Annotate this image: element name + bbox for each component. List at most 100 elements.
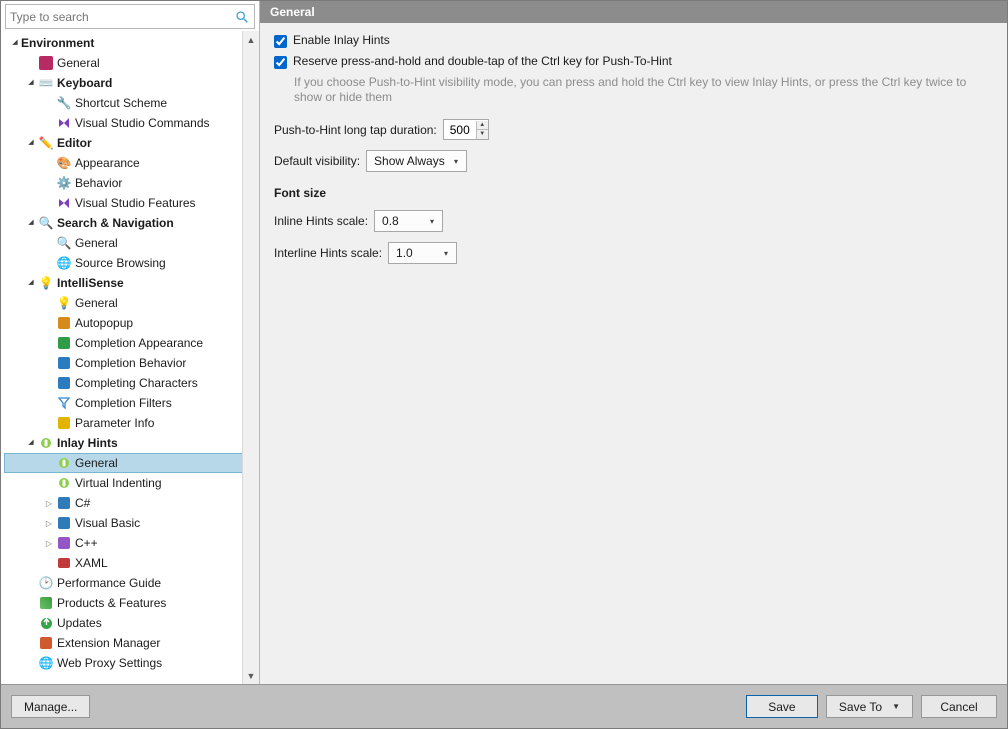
reserve-ctrl-help: If you choose Push-to-Hint visibility mo… <box>294 75 993 105</box>
tree-scrollbar[interactable]: ▲ ▼ <box>242 31 259 684</box>
inlay-icon <box>38 435 54 451</box>
tree-products[interactable]: Products & Features <box>5 593 259 613</box>
extension-icon <box>38 635 54 651</box>
manage-button[interactable]: Manage... <box>11 695 90 718</box>
enable-inlay-checkbox[interactable] <box>274 35 287 48</box>
tree-shortcut-scheme[interactable]: 🔧Shortcut Scheme <box>5 93 259 113</box>
tree-label: Behavior <box>75 174 122 193</box>
search-icon <box>234 9 250 25</box>
tree-label: Web Proxy Settings <box>57 654 162 673</box>
reserve-ctrl-row[interactable]: Reserve press-and-hold and double-tap of… <box>274 54 993 69</box>
tree-updates[interactable]: Updates <box>5 613 259 633</box>
tree-comp-filters[interactable]: Completion Filters <box>5 393 259 413</box>
push-duration-spinner[interactable]: ▲ ▼ <box>443 119 489 140</box>
tree-label: General <box>75 294 118 313</box>
right-panel: General Enable Inlay Hints Reserve press… <box>260 1 1007 684</box>
tree-label: Updates <box>57 614 102 633</box>
tree-csharp[interactable]: C# <box>5 493 259 513</box>
inline-scale-dropdown[interactable]: 0.8 ▾ <box>374 210 443 232</box>
tree-appearance[interactable]: 🎨Appearance <box>5 153 259 173</box>
tree-param-info[interactable]: Parameter Info <box>5 413 259 433</box>
font-size-header: Font size <box>274 186 993 200</box>
tree-vs-features[interactable]: Visual Studio Features <box>5 193 259 213</box>
tree-web-proxy[interactable]: 🌐Web Proxy Settings <box>5 653 259 673</box>
reserve-ctrl-checkbox[interactable] <box>274 56 287 69</box>
tree-label: Completion Filters <box>75 394 172 413</box>
csharp-icon <box>56 495 72 511</box>
search-box[interactable] <box>5 4 255 29</box>
vb-icon <box>56 515 72 531</box>
options-window: Environment General ⌨️Keyboard 🔧Shortcut… <box>0 0 1008 729</box>
chevron-down-icon: ▾ <box>426 217 438 226</box>
push-duration-input[interactable] <box>444 123 476 137</box>
chevron-down-icon: ▼ <box>892 702 900 711</box>
default-visibility-row: Default visibility: Show Always ▾ <box>274 150 993 172</box>
tree-label: C++ <box>75 534 98 553</box>
spinner-up-icon[interactable]: ▲ <box>477 121 488 130</box>
autopopup-icon <box>56 315 72 331</box>
scroll-up-icon[interactable]: ▲ <box>243 31 259 48</box>
param-icon <box>56 415 72 431</box>
spinner-buttons[interactable]: ▲ ▼ <box>476 121 488 139</box>
tree-label: XAML <box>75 554 108 573</box>
filter-icon <box>56 395 72 411</box>
tree-intellisense[interactable]: 💡IntelliSense <box>5 273 259 293</box>
tree-label: General <box>75 454 118 473</box>
comp-chars-icon <box>56 375 72 391</box>
nav-tree: Environment General ⌨️Keyboard 🔧Shortcut… <box>5 33 259 673</box>
tree-autopopup[interactable]: Autopopup <box>5 313 259 333</box>
gauge-icon: 🕑 <box>38 575 54 591</box>
tree-vs-commands[interactable]: Visual Studio Commands <box>5 113 259 133</box>
comp-behavior-icon <box>56 355 72 371</box>
tree-keyboard[interactable]: ⌨️Keyboard <box>5 73 259 93</box>
tree-virtual-indenting[interactable]: Virtual Indenting <box>5 473 259 493</box>
tree-xaml[interactable]: XAML <box>5 553 259 573</box>
tree-label: Completion Behavior <box>75 354 186 373</box>
tree-editor[interactable]: ✏️Editor <box>5 133 259 153</box>
scroll-down-icon[interactable]: ▼ <box>243 667 259 684</box>
manage-label: Manage... <box>24 700 77 714</box>
tree-vb[interactable]: Visual Basic <box>5 513 259 533</box>
tree-environment[interactable]: Environment <box>5 33 259 53</box>
globe-icon: 🌐 <box>56 255 72 271</box>
interline-scale-dropdown[interactable]: 1.0 ▾ <box>388 242 457 264</box>
default-visibility-dropdown[interactable]: Show Always ▾ <box>366 150 467 172</box>
tree-inlay-general[interactable]: General <box>4 453 259 473</box>
push-duration-row: Push-to-Hint long tap duration: ▲ ▼ <box>274 119 993 140</box>
cancel-button[interactable]: Cancel <box>921 695 997 718</box>
body: Environment General ⌨️Keyboard 🔧Shortcut… <box>1 1 1007 684</box>
tree-label: Visual Studio Features <box>75 194 196 213</box>
search-input[interactable] <box>10 10 234 24</box>
tree-label: Visual Studio Commands <box>75 114 210 133</box>
tree-search-nav[interactable]: 🔍Search & Navigation <box>5 213 259 233</box>
indent-icon <box>56 475 72 491</box>
save-to-button[interactable]: Save To▼ <box>826 695 913 718</box>
magnifier-icon: 🔍 <box>38 215 54 231</box>
tree-label: Inlay Hints <box>57 434 118 453</box>
tree-is-general[interactable]: 💡General <box>5 293 259 313</box>
tree-inlay-hints[interactable]: Inlay Hints <box>5 433 259 453</box>
tree-ext-mgr[interactable]: Extension Manager <box>5 633 259 653</box>
tree-comp-appearance[interactable]: Completion Appearance <box>5 333 259 353</box>
tree-comp-chars[interactable]: Completing Characters <box>5 373 259 393</box>
tree-comp-behavior[interactable]: Completion Behavior <box>5 353 259 373</box>
tree-general[interactable]: General <box>5 53 259 73</box>
tree-label: Environment <box>21 34 94 53</box>
footer: Manage... Save Save To▼ Cancel <box>1 684 1007 728</box>
tree-perf-guide[interactable]: 🕑Performance Guide <box>5 573 259 593</box>
save-button[interactable]: Save <box>746 695 818 718</box>
cpp-icon <box>56 535 72 551</box>
inline-scale-row: Inline Hints scale: 0.8 ▾ <box>274 210 993 232</box>
enable-inlay-row[interactable]: Enable Inlay Hints <box>274 33 993 48</box>
products-icon <box>38 595 54 611</box>
bulb-icon: 💡 <box>38 275 54 291</box>
tree-label: Editor <box>57 134 92 153</box>
panel-title: General <box>260 1 1007 23</box>
pencil-icon: ✏️ <box>38 135 54 151</box>
tree-search-general[interactable]: 🔍General <box>5 233 259 253</box>
spinner-down-icon[interactable]: ▼ <box>477 130 488 139</box>
tree-cpp[interactable]: C++ <box>5 533 259 553</box>
save-label: Save <box>768 700 795 714</box>
tree-source-browsing[interactable]: 🌐Source Browsing <box>5 253 259 273</box>
tree-behavior[interactable]: ⚙️Behavior <box>5 173 259 193</box>
